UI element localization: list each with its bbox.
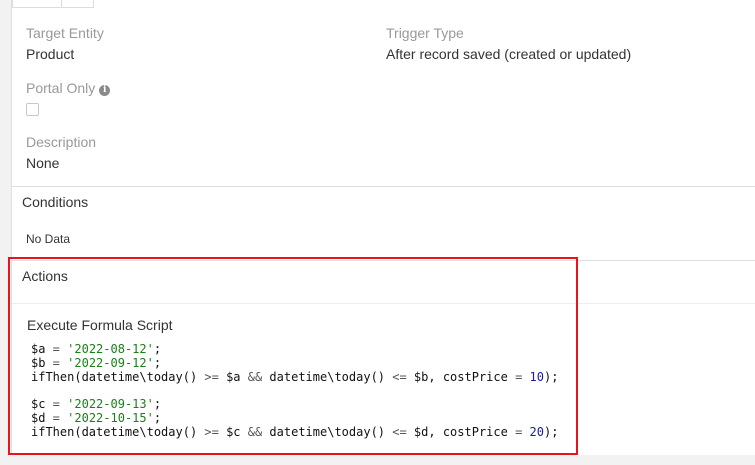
code-token: $c	[31, 397, 46, 411]
code-token: ifThen(datetime\today()	[31, 425, 205, 439]
portal-only-checkbox[interactable]	[26, 103, 39, 116]
code-line: ifThen(datetime\today() >= $a && datetim…	[31, 370, 558, 384]
actions-header-divider	[12, 303, 755, 304]
code-token: $b, costPrice	[406, 370, 516, 384]
code-token: =	[45, 356, 68, 370]
code-token: >=	[204, 425, 219, 439]
code-token: ;	[153, 356, 162, 370]
code-token: >=	[204, 370, 219, 384]
section-divider	[12, 186, 755, 187]
target-entity-label: Target Entity	[26, 25, 104, 41]
code-token: 10	[529, 370, 544, 384]
code-token: &&	[247, 370, 263, 384]
code-token: =	[45, 342, 68, 356]
code-token: $a	[31, 342, 46, 356]
code-token: $b	[31, 356, 46, 370]
code-token: <=	[392, 370, 407, 384]
code-line: ifThen(datetime\today() >= $c && datetim…	[31, 425, 558, 439]
code-token: ;	[153, 342, 162, 356]
formula-script-code: $a = '2022-08-12'; $b = '2022-09-12'; ifTh…	[31, 342, 558, 439]
description-value: None	[26, 155, 60, 171]
code-line: $c = '2022-09-13';	[31, 397, 558, 411]
code-token: '2022-10-15'	[67, 411, 154, 425]
trigger-type-value: After record saved (created or updated)	[386, 46, 632, 62]
target-entity-value: Product	[26, 46, 75, 62]
code-token: =	[45, 411, 68, 425]
code-token: ;	[153, 411, 162, 425]
code-token: &&	[247, 425, 263, 439]
code-token: ;	[153, 397, 162, 411]
code-line: $b = '2022-09-12';	[31, 356, 558, 370]
code-token: 20	[529, 425, 544, 439]
section-divider	[12, 260, 755, 261]
info-circle-icon[interactable]: i	[99, 85, 111, 96]
code-token: $d, costPrice	[406, 425, 516, 439]
portal-only-label-row: Portal Only i	[26, 80, 111, 96]
code-token: $a	[218, 370, 248, 384]
conditions-empty-text: No Data	[26, 232, 71, 246]
workflow-detail-panel: Target Entity Product Trigger Type After…	[11, 0, 755, 455]
tab-strip-stub[interactable]	[12, 0, 94, 8]
conditions-title: Conditions	[22, 194, 89, 210]
code-token: );	[544, 370, 559, 384]
code-token: $d	[31, 411, 46, 425]
code-token: datetime\today()	[262, 425, 393, 439]
code-line: $d = '2022-10-15';	[31, 411, 558, 425]
actions-title: Actions	[22, 268, 68, 284]
code-token: <=	[392, 425, 407, 439]
portal-only-label: Portal Only	[26, 80, 96, 96]
description-label: Description	[26, 134, 97, 150]
code-token: );	[544, 425, 559, 439]
tab-divider	[61, 0, 62, 7]
workflow-detail-page: Target Entity Product Trigger Type After…	[0, 0, 755, 465]
code-token: ifThen(datetime\today()	[31, 370, 205, 384]
code-token: '2022-09-13'	[67, 397, 154, 411]
code-token: $c	[218, 425, 248, 439]
action-type-label: Execute Formula Script	[27, 317, 173, 333]
trigger-type-label: Trigger Type	[386, 25, 464, 41]
code-token: '2022-08-12'	[67, 342, 154, 356]
code-token: datetime\today()	[262, 370, 393, 384]
code-line: $a = '2022-08-12';	[31, 342, 558, 356]
code-token: '2022-09-12'	[67, 356, 154, 370]
code-token: =	[45, 397, 68, 411]
